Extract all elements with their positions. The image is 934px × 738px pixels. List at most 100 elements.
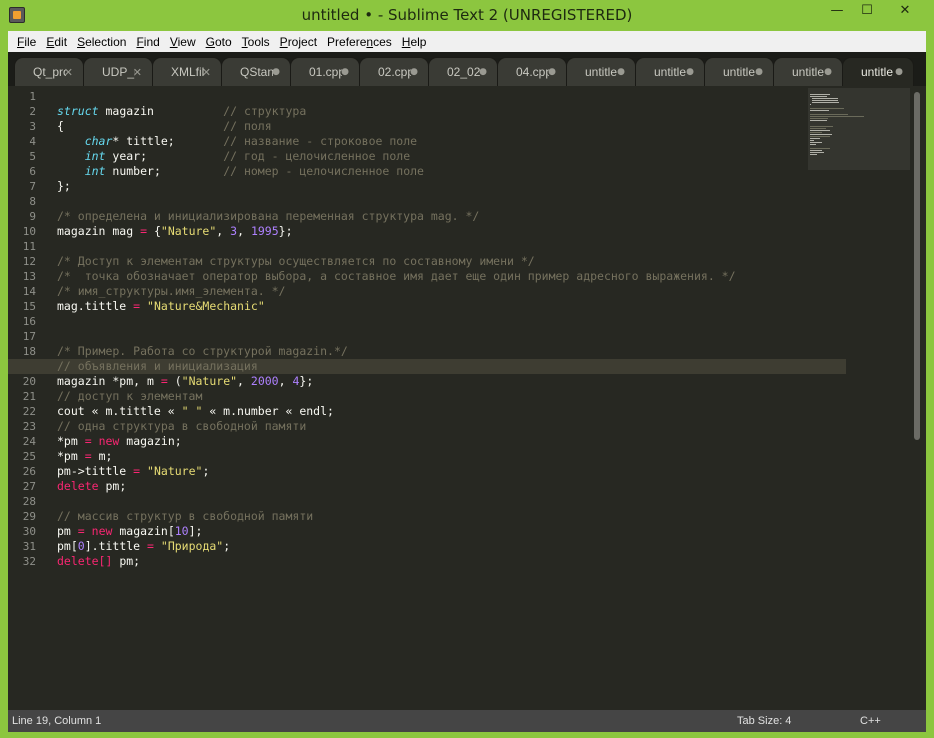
code-line[interactable]: magazin *pm, m = ("Nature", 2000, 4}; [57,374,313,389]
menu-find[interactable]: Find [131,35,164,49]
line-number: 31 [22,540,36,553]
code-line[interactable]: pm = new magazin[10]; [57,524,202,539]
code-line[interactable]: magazin mag = {"Nature", 3, 1995}; [57,224,293,239]
file-tab[interactable]: UDP_r ✕ [83,57,153,86]
minimap[interactable] [808,88,910,170]
code-line[interactable]: pm[0].tittle = "Природа"; [57,539,230,554]
menu-edit[interactable]: Edit [41,35,72,49]
vertical-scrollbar[interactable] [914,92,920,440]
file-tab[interactable]: 04.cpp ● [497,57,567,86]
tab-close-icon[interactable]: ✕ [64,66,73,79]
minimap-line [810,118,829,119]
unsaved-dot-icon[interactable]: ● [824,67,832,77]
file-tab[interactable]: QStan ● [221,57,291,86]
minimap-line [810,148,831,149]
file-tab[interactable]: untitle ● [842,57,914,86]
code-line[interactable]: delete[] pm; [57,554,140,569]
file-tab-label: 02.cpp [378,65,411,79]
code-line[interactable]: /* имя_структуры.имя_элемента. */ [57,284,285,299]
line-number: 8 [29,195,36,208]
code-line[interactable]: mag.tittle = "Nature&Mechanic" [57,299,265,314]
editor-area: Qt_pro✕UDP_r✕XMLfil✕QStan●01.cpp●02.cpp●… [8,52,926,710]
file-tab[interactable]: 02.cpp ● [359,57,429,86]
close-button[interactable]: ✕ [882,0,928,21]
code-line[interactable]: // объявления и инициализация [57,359,258,374]
menu-file[interactable]: File [12,35,41,49]
code-line[interactable]: char* tittle; // название - строковое по… [57,134,417,149]
line-number: 23 [22,420,36,433]
code-line[interactable]: pm->tittle = "Nature"; [57,464,209,479]
code-line[interactable]: /* определена и инициализирована перемен… [57,209,479,224]
minimap-line [810,134,832,135]
file-tab-label: untitle [654,65,687,79]
title-bar[interactable]: untitled • - Sublime Text 2 (UNREGISTERE… [0,0,934,31]
syntax-indicator[interactable]: C++ [860,715,881,727]
unsaved-dot-icon[interactable]: ● [410,67,418,77]
code-line[interactable]: /* Пример. Работа со структурой magazin.… [57,344,348,359]
file-tab[interactable]: 02_02 ● [428,57,498,86]
line-number: 10 [22,225,36,238]
code-line[interactable]: int number; // номер - целочисленное пол… [57,164,424,179]
file-tab[interactable]: untitle ● [704,57,774,86]
minimap-line [810,144,816,145]
line-number: 16 [22,315,36,328]
tab-close-icon[interactable]: ✕ [202,66,211,79]
code-line[interactable]: *pm = m; [57,449,112,464]
file-tab[interactable]: untitle ● [566,57,636,86]
line-number: 30 [22,525,36,538]
file-tab[interactable]: 01.cpp ● [290,57,360,86]
line-number: 1 [29,90,36,103]
unsaved-dot-icon[interactable]: ● [479,67,487,77]
tab-close-icon[interactable]: ✕ [133,66,142,79]
maximize-button[interactable]: ☐ [852,0,882,21]
line-number: 7 [29,180,36,193]
unsaved-dot-icon[interactable]: ● [755,67,763,77]
line-number: 4 [29,135,36,148]
tab-size-indicator[interactable]: Tab Size: 4 [737,715,791,727]
window-title: untitled • - Sublime Text 2 (UNREGISTERE… [301,6,633,24]
code-line[interactable]: *pm = new magazin; [57,434,182,449]
menu-help[interactable]: Help [397,35,432,49]
menu-goto[interactable]: Goto [201,35,237,49]
tab-bar: Qt_pro✕UDP_r✕XMLfil✕QStan●01.cpp●02.cpp●… [8,52,926,86]
code-line[interactable]: /* Доступ к элементам структуры осуществ… [57,254,535,269]
unsaved-dot-icon[interactable]: ● [341,67,349,77]
line-number: 27 [22,480,36,493]
line-number: 14 [22,285,36,298]
file-tab[interactable]: untitle ● [773,57,843,86]
minimap-line [812,102,839,103]
minimap-line [810,154,817,155]
file-tab[interactable]: XMLfil ✕ [152,57,222,86]
line-number: 32 [22,555,36,568]
unsaved-dot-icon[interactable]: ● [895,67,903,77]
window-controls: — ☐ ✕ [822,0,928,21]
file-tab[interactable]: untitle ● [635,57,705,86]
unsaved-dot-icon[interactable]: ● [272,67,280,77]
file-tab[interactable]: Qt_pro✕ [14,57,84,86]
code-line[interactable]: int year; // год - целочисленное поле [57,149,410,164]
unsaved-dot-icon[interactable]: ● [617,67,625,77]
code-line[interactable]: cout « m.tittle « " " « m.number « endl; [57,404,334,419]
line-number-gutter: 1234567891011121314151617181920212223242… [8,86,44,710]
unsaved-dot-icon[interactable]: ● [686,67,694,77]
code-line[interactable]: { // поля [57,119,272,134]
menu-tools[interactable]: Tools [237,35,275,49]
code-line[interactable]: }; [57,179,71,194]
code-line[interactable]: delete pm; [57,479,126,494]
code-line[interactable]: // массив структур в свободной памяти [57,509,313,524]
minimap-line [810,108,844,109]
line-number: 15 [22,300,36,313]
line-number: 26 [22,465,36,478]
minimize-button[interactable]: — [822,0,852,21]
code-line[interactable]: // одна структура в свободной памяти [57,419,306,434]
menu-project[interactable]: Project [275,35,322,49]
code-line[interactable]: // доступ к элементам [57,389,202,404]
file-tab-label: 01.cpp [309,65,342,79]
menu-view[interactable]: View [165,35,201,49]
code-line[interactable]: struct magazin // структура [57,104,306,119]
unsaved-dot-icon[interactable]: ● [548,67,556,77]
menu-preferences[interactable]: Preferences [322,35,397,49]
status-bar: Line 19, Column 1 Tab Size: 4 C++ [8,710,926,732]
menu-selection[interactable]: Selection [72,35,131,49]
code-line[interactable]: /* точка обозначает оператор выбора, а с… [57,269,736,284]
